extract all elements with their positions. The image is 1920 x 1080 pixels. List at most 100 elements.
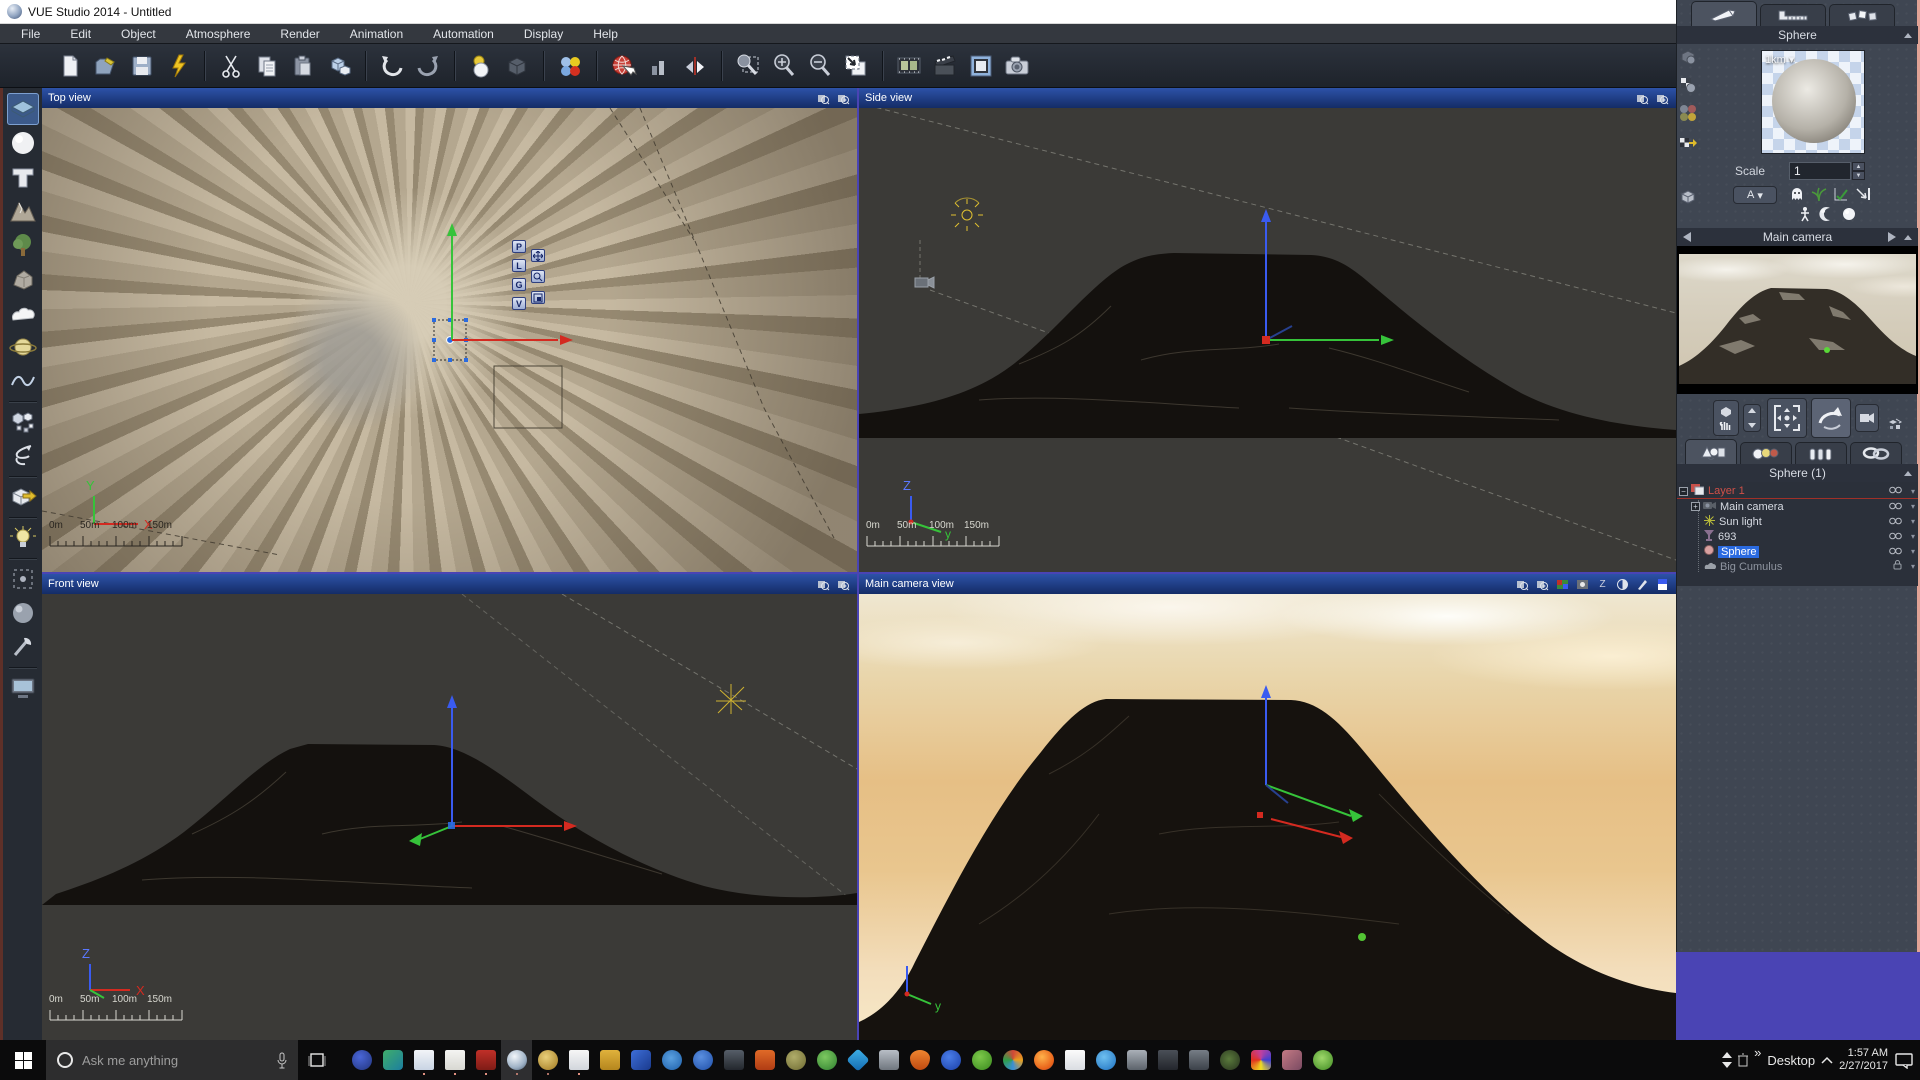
menu-help[interactable]: Help: [578, 24, 633, 43]
material-gear-icon[interactable]: [1679, 76, 1697, 99]
measure-tab-icon[interactable]: [1760, 4, 1826, 26]
collapse-icon[interactable]: [1904, 471, 1912, 476]
cortana-search[interactable]: Ask me anything: [46, 1040, 298, 1080]
visibility-eye-icon[interactable]: [1889, 485, 1902, 497]
tree-label-big-cumulus[interactable]: Big Cumulus: [1720, 561, 1782, 573]
curve-icon[interactable]: [7, 365, 39, 397]
row-chevron-icon[interactable]: ▾: [1911, 517, 1915, 526]
taskbar-app-icon[interactable]: [749, 1040, 780, 1080]
tree-label-693[interactable]: 693: [1718, 531, 1736, 543]
material-preview[interactable]: 1km ▾: [1761, 50, 1865, 154]
camera-play-icon[interactable]: [1855, 404, 1879, 432]
overlay-button-g[interactable]: G: [512, 278, 526, 291]
taskbar-app-icon[interactable]: [873, 1040, 904, 1080]
overlay-region-icon[interactable]: [531, 291, 545, 304]
overlay-move-icon[interactable]: [531, 249, 545, 262]
ghost-icon[interactable]: [1789, 186, 1805, 207]
tree-label-sphere[interactable]: Sphere: [1718, 546, 1759, 558]
taskbar-app-icon[interactable]: [439, 1040, 470, 1080]
alpha-icon[interactable]: [1575, 577, 1590, 592]
material-export-icon[interactable]: [1679, 134, 1697, 157]
objects-tab-icon[interactable]: [1685, 439, 1737, 464]
track-frame-icon[interactable]: [1767, 398, 1807, 438]
export-object-icon[interactable]: [7, 481, 39, 513]
taskbar-app-icon[interactable]: [1245, 1040, 1276, 1080]
prev-camera-icon[interactable]: [1683, 232, 1691, 242]
front-view-canvas[interactable]: Z X 0m 50m 100m 150m: [42, 594, 857, 1040]
tree-label-layer[interactable]: Layer 1: [1708, 485, 1745, 497]
camera-icon[interactable]: [1003, 52, 1031, 80]
materials-tab-icon[interactable]: [1740, 442, 1792, 464]
cube-icon[interactable]: [503, 52, 531, 80]
row-chevron-icon[interactable]: ▾: [1911, 547, 1915, 556]
expand-toggle[interactable]: +: [1691, 502, 1700, 511]
overflow-chevron[interactable]: »: [1754, 1045, 1761, 1060]
taskbar-app-icon[interactable]: [408, 1040, 439, 1080]
taskbar-app-icon[interactable]: [811, 1040, 842, 1080]
terrain-icon[interactable]: [7, 195, 39, 227]
collapse-icon[interactable]: [1904, 235, 1912, 240]
tray-clock[interactable]: 1:57 AM 2/27/2017: [1839, 1047, 1888, 1073]
visibility-eye-icon[interactable]: [1889, 516, 1902, 528]
zoom-extents-icon[interactable]: [1655, 91, 1670, 106]
taskbar-app-icon[interactable]: [1059, 1040, 1090, 1080]
taskbar-app-icon[interactable]: [842, 1040, 873, 1080]
fit-view-icon[interactable]: [842, 52, 870, 80]
tools-icon[interactable]: [7, 631, 39, 663]
menu-edit[interactable]: Edit: [55, 24, 106, 43]
camera-view-canvas[interactable]: y: [859, 594, 1676, 1040]
water-plane-icon[interactable]: [7, 93, 39, 125]
overlay-button-p[interactable]: P: [512, 240, 526, 253]
taskbar-app-icon[interactable]: [470, 1040, 501, 1080]
dolly-icon[interactable]: [1743, 404, 1761, 432]
menu-display[interactable]: Display: [509, 24, 578, 43]
taskbar-app-icon[interactable]: [1090, 1040, 1121, 1080]
menu-atmosphere[interactable]: Atmosphere: [171, 24, 266, 43]
zoom-in-icon[interactable]: [770, 52, 798, 80]
row-chevron-icon[interactable]: ▾: [1911, 502, 1915, 511]
tray-small-icon[interactable]: [1738, 1053, 1748, 1067]
tree-row-693[interactable]: 693 ▾: [1677, 529, 1918, 544]
taskbar-app-icon[interactable]: [1183, 1040, 1214, 1080]
side-view-canvas[interactable]: Z y 0m 50m 100m 150m: [859, 108, 1676, 572]
notification-icon[interactable]: [1894, 1051, 1914, 1069]
zoom-object-icon[interactable]: [816, 91, 831, 106]
light-icon[interactable]: [7, 522, 39, 554]
collapse-icon[interactable]: [1904, 33, 1912, 38]
visibility-eye-icon[interactable]: [1889, 531, 1902, 543]
drop-object-icon[interactable]: [467, 52, 495, 80]
desktop-toolbar-label[interactable]: Desktop: [1767, 1053, 1815, 1068]
task-view-button[interactable]: [298, 1040, 336, 1080]
show-hidden-icons[interactable]: [1821, 1056, 1833, 1064]
microphone-icon[interactable]: [276, 1052, 288, 1069]
taskbar-app-icon[interactable]: [563, 1040, 594, 1080]
stack-tab-icon[interactable]: [1795, 442, 1847, 464]
z-depth-icon[interactable]: Z: [1595, 577, 1610, 592]
zone-icon[interactable]: [7, 563, 39, 595]
side-view-header[interactable]: Side view: [859, 88, 1676, 108]
top-view-header[interactable]: Top view: [42, 88, 857, 108]
material-balls-icon[interactable]: [1679, 104, 1697, 127]
visibility-eye-icon[interactable]: [1889, 546, 1902, 558]
redo-icon[interactable]: [414, 52, 442, 80]
scale-spinner[interactable]: ▲▼: [1852, 162, 1865, 180]
taskbar-app-icon[interactable]: [1152, 1040, 1183, 1080]
vegetation-icon[interactable]: [7, 229, 39, 261]
moon-icon[interactable]: [1819, 206, 1835, 227]
pan-hand-icon[interactable]: [1713, 400, 1739, 436]
menu-object[interactable]: Object: [106, 24, 171, 43]
text-object-icon[interactable]: [7, 161, 39, 193]
overlay-zoom-icon[interactable]: [531, 270, 545, 283]
taskbar-app-icon[interactable]: [1121, 1040, 1152, 1080]
menu-animation[interactable]: Animation: [335, 24, 418, 43]
rgb-icon[interactable]: [1555, 577, 1570, 592]
taskbar-app-icon[interactable]: [997, 1040, 1028, 1080]
filmstrip-icon[interactable]: [895, 52, 923, 80]
copy-icon[interactable]: [253, 52, 281, 80]
tree-row-main-camera[interactable]: + Main camera ▾: [1677, 499, 1918, 514]
object-gear-icon[interactable]: [1679, 48, 1697, 71]
sphere-option-icon[interactable]: [1841, 206, 1857, 227]
split-icon[interactable]: [1655, 577, 1670, 592]
paint-tab-icon[interactable]: [1691, 1, 1757, 26]
taskbar-app-icon[interactable]: [346, 1040, 377, 1080]
